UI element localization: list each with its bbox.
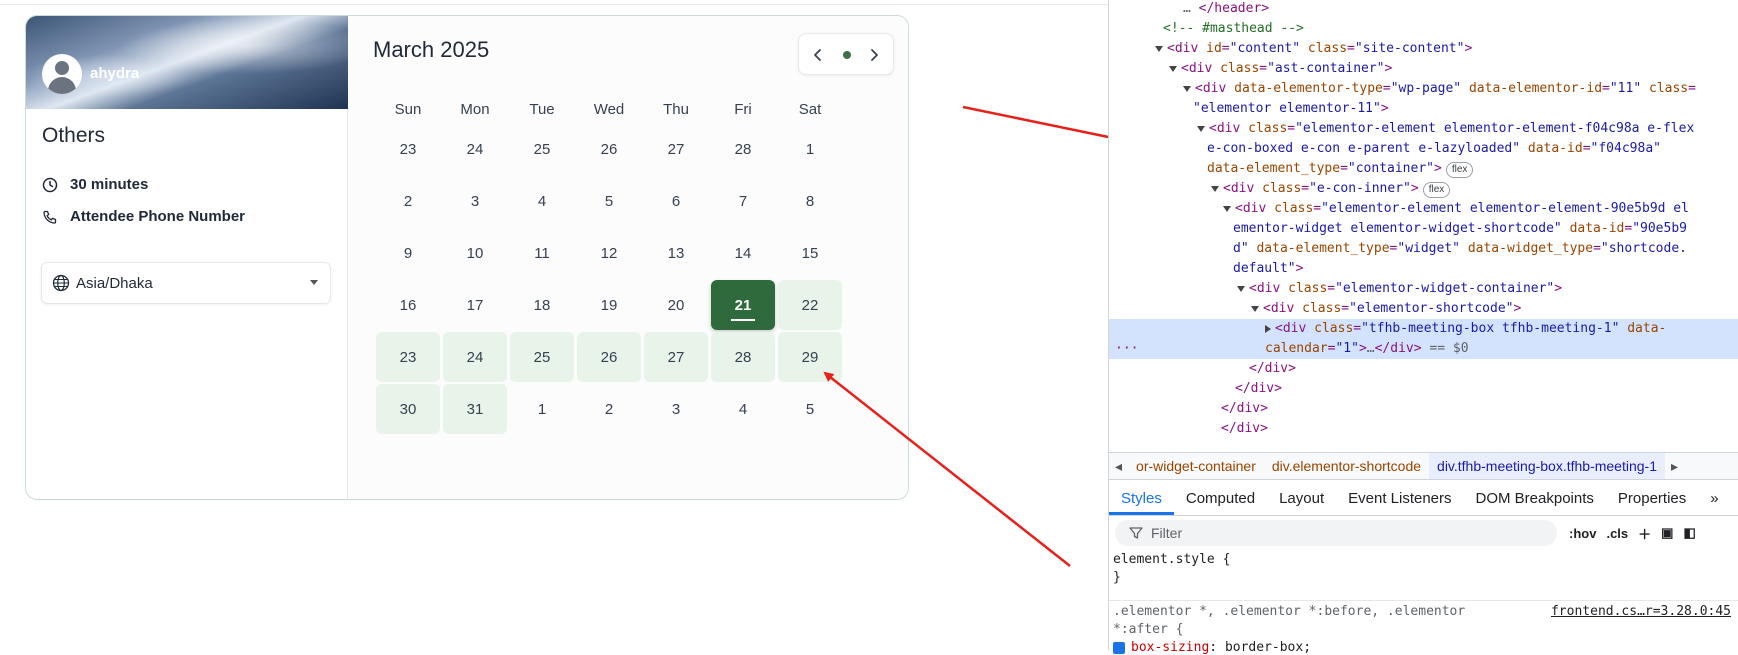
rule-source-link[interactable]: frontend.cs…r=3.28.0:45 bbox=[1551, 604, 1731, 619]
expand-toggle-icon[interactable] bbox=[1211, 185, 1219, 192]
dom-tree: … </header> <!-- #masthead --> <div id="co… bbox=[1109, 0, 1738, 452]
breadcrumb-item[interactable]: div.elementor-shortcode bbox=[1264, 458, 1429, 474]
expand-toggle-icon[interactable] bbox=[1197, 125, 1205, 132]
class-toggle[interactable]: .cls bbox=[1606, 526, 1628, 541]
css-value: border-box; bbox=[1224, 640, 1312, 655]
dom-node-line[interactable]: <div id="content" class="site-content"> bbox=[1109, 39, 1738, 59]
dom-node-line[interactable]: <div class="e-con-inner"> flex bbox=[1109, 179, 1738, 199]
breadcrumb-item[interactable]: or-widget-container bbox=[1128, 458, 1264, 474]
dom-node-line[interactable]: calendar="1">…</div> == $0 bbox=[1109, 339, 1738, 359]
dom-node-line[interactable]: <div class="ast-container"> bbox=[1109, 59, 1738, 79]
dom-node-line[interactable]: <div class="elementor-shortcode"> bbox=[1109, 299, 1738, 319]
filter-placeholder: Filter bbox=[1151, 525, 1183, 541]
more-tabs-icon[interactable]: » bbox=[1698, 484, 1730, 515]
dom-node-line[interactable]: "elementor elementor-11"> bbox=[1109, 99, 1738, 119]
rule-selector-cont: *:after { bbox=[1113, 622, 1184, 637]
expand-toggle-icon[interactable] bbox=[1169, 65, 1177, 72]
expand-toggle-icon[interactable] bbox=[1265, 324, 1271, 333]
devtools-panel: … </header> <!-- #masthead --> <div id="co… bbox=[1108, 0, 1738, 655]
dom-node-line[interactable]: <!-- #masthead --> bbox=[1109, 19, 1738, 39]
dom-node-line[interactable]: d" data-element_type="widget" data-widge… bbox=[1109, 239, 1738, 259]
dom-node-line[interactable]: … </header> bbox=[1109, 0, 1738, 19]
expand-toggle-icon[interactable] bbox=[1251, 305, 1259, 312]
dom-node-line[interactable]: <div class="elementor-element elementor-… bbox=[1109, 119, 1738, 139]
expand-toggle-icon[interactable] bbox=[1183, 85, 1191, 92]
dom-node-line[interactable]: <div data-elementor-type="wp-page" data-… bbox=[1109, 79, 1738, 99]
dom-node-line[interactable]: </div> bbox=[1109, 399, 1738, 419]
sidebar-toggle-icon[interactable]: ◧ bbox=[1683, 525, 1695, 541]
tab-layout[interactable]: Layout bbox=[1267, 484, 1336, 515]
filter-icon bbox=[1129, 527, 1143, 539]
css-declaration: box-sizing: border-box; bbox=[1113, 640, 1311, 655]
dom-node-line[interactable]: ementor-widget elementor-widget-shortcod… bbox=[1109, 219, 1738, 239]
expand-toggle-icon[interactable] bbox=[1155, 45, 1163, 52]
element-style-selector: element.style { bbox=[1113, 552, 1231, 567]
dom-node-line[interactable]: default"> bbox=[1109, 259, 1738, 279]
hover-state-toggle[interactable]: :hov bbox=[1569, 526, 1596, 541]
styles-toolbar: :hov .cls ＋ ▣ ◧ bbox=[1559, 520, 1738, 546]
dom-node-line[interactable]: </div> bbox=[1109, 359, 1738, 379]
dom-node-line[interactable]: <div class="elementor-widget-container"> bbox=[1109, 279, 1738, 299]
css-property: box-sizing bbox=[1131, 640, 1210, 655]
dom-node-line[interactable]: </div> bbox=[1109, 419, 1738, 439]
node-actions-icon[interactable]: ··· bbox=[1115, 339, 1138, 359]
tab-properties[interactable]: Properties bbox=[1606, 484, 1698, 515]
rule-selector: .elementor *, .elementor *:before, .elem… bbox=[1113, 604, 1466, 619]
paint-icon[interactable]: ▣ bbox=[1661, 525, 1673, 541]
arrow-to-dom bbox=[962, 105, 1108, 139]
dom-node-line[interactable]: e-con-boxed e-con e-parent e-lazyloaded"… bbox=[1109, 139, 1738, 159]
tab-dom-breakpoints[interactable]: DOM Breakpoints bbox=[1464, 484, 1606, 515]
breadcrumb-item-current[interactable]: div.tfhb-meeting-box.tfhb-meeting-1 bbox=[1429, 453, 1665, 479]
expand-toggle-icon[interactable] bbox=[1223, 205, 1231, 212]
declaration-checkbox[interactable] bbox=[1113, 641, 1125, 654]
expand-toggle-icon[interactable] bbox=[1237, 285, 1245, 292]
dom-node-selected[interactable]: <div class="tfhb-meeting-box tfhb-meetin… bbox=[1109, 319, 1738, 339]
rule-divider bbox=[1109, 600, 1738, 601]
styles-filter-input[interactable]: Filter bbox=[1115, 520, 1557, 546]
styles-tab-bar: Styles Computed Layout Event Listeners D… bbox=[1109, 484, 1738, 516]
tab-computed[interactable]: Computed bbox=[1174, 484, 1267, 515]
breadcrumb-scroll-right-icon[interactable]: ▸ bbox=[1665, 458, 1684, 475]
element-style-close: } bbox=[1113, 570, 1121, 585]
tab-event-listeners[interactable]: Event Listeners bbox=[1336, 484, 1463, 515]
dom-node-line[interactable]: <div class="elementor-element elementor-… bbox=[1109, 199, 1738, 219]
styles-pane: element.style { } .elementor *, .element… bbox=[1109, 550, 1738, 655]
add-rule-icon[interactable]: ＋ bbox=[1638, 524, 1651, 543]
dom-node-line[interactable]: </div> bbox=[1109, 379, 1738, 399]
breadcrumb-scroll-left-icon[interactable]: ◂ bbox=[1109, 458, 1128, 475]
annotation-arrows bbox=[823, 105, 1108, 567]
dom-node-line[interactable]: data-element_type="container"> flex bbox=[1109, 159, 1738, 179]
tab-styles[interactable]: Styles bbox=[1109, 484, 1174, 515]
breadcrumb: ◂ or-widget-container div.elementor-shor… bbox=[1109, 452, 1738, 480]
arrow-to-widget bbox=[823, 371, 1071, 567]
